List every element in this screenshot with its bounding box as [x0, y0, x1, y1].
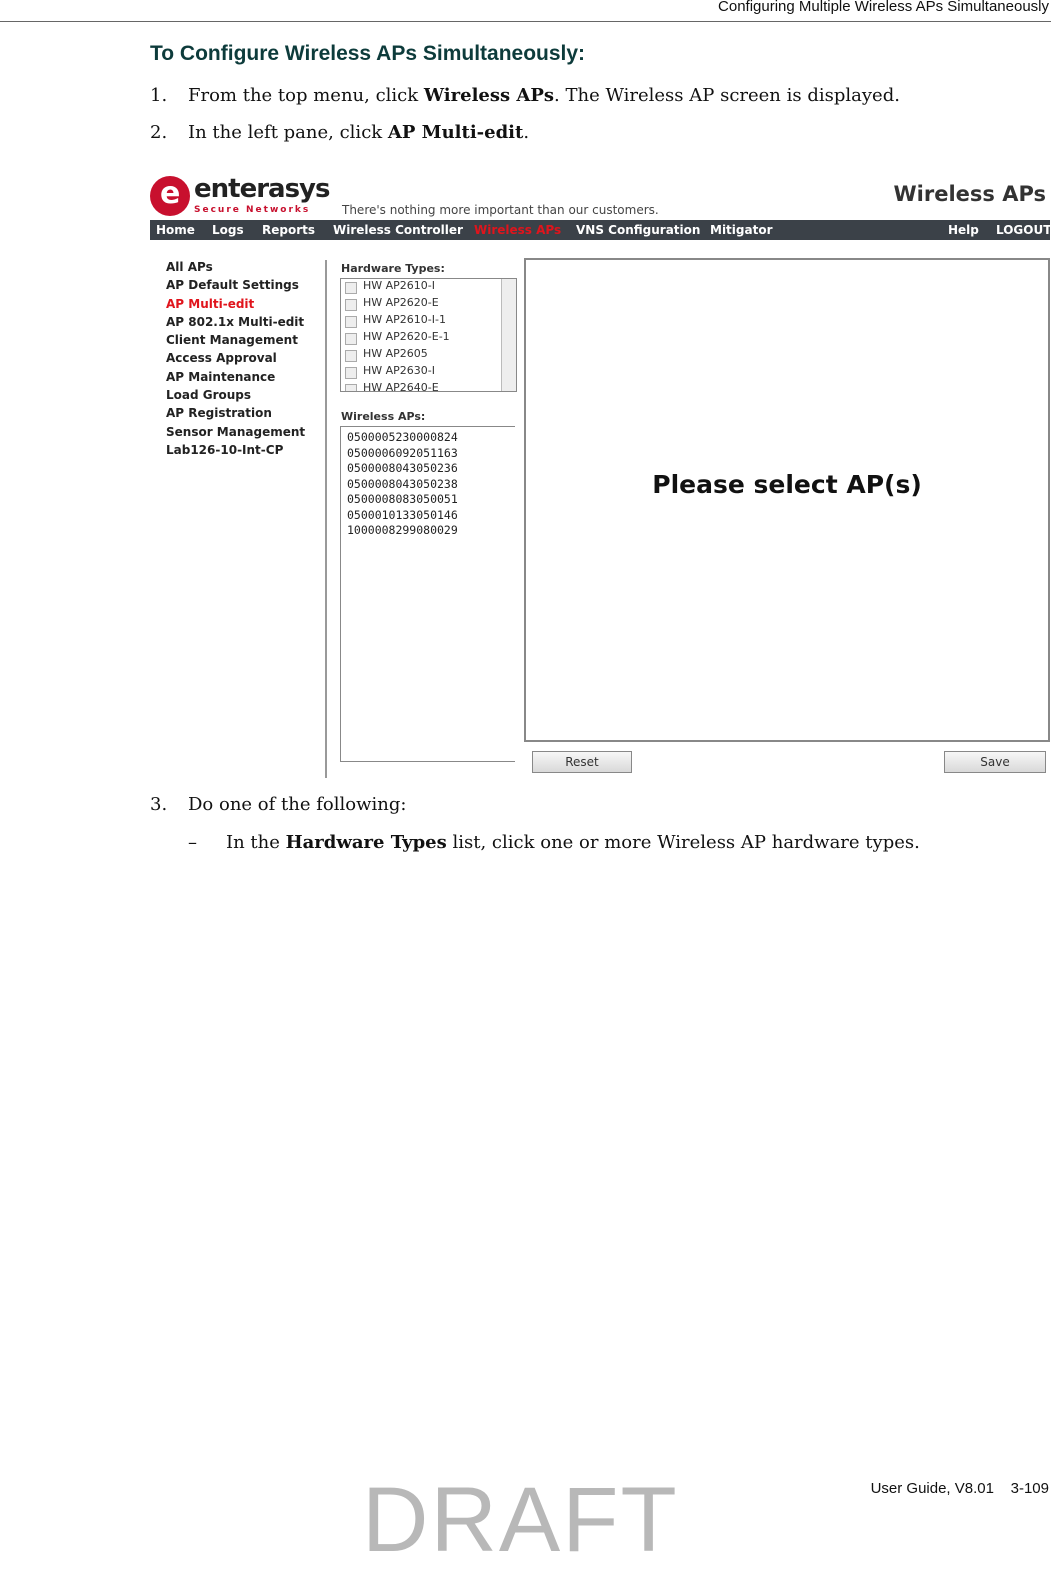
step-text: In the left pane, click AP Multi-edit. — [188, 122, 529, 143]
section-title: To Configure Wireless APs Simultaneously… — [150, 42, 586, 65]
checkbox-icon[interactable] — [345, 367, 357, 379]
step-text-bold: AP Multi-edit — [387, 122, 524, 143]
step-number: 2. — [150, 122, 168, 143]
checkbox-icon[interactable] — [345, 384, 357, 391]
checkbox-icon[interactable] — [345, 333, 357, 345]
sub-step-bold: Hardware Types — [285, 832, 447, 853]
left-nav-access-approval[interactable]: Access Approval — [166, 351, 305, 369]
page-footer: User Guide, V8.01 3-109 — [870, 1480, 1049, 1497]
nav-help[interactable]: Help — [948, 223, 979, 237]
pane-divider — [325, 260, 327, 778]
hardware-type-item[interactable]: HW AP2610-I — [341, 279, 516, 296]
brand-subtitle: Secure Networks — [194, 205, 311, 215]
save-button[interactable]: Save — [944, 751, 1046, 773]
hardware-types-list[interactable]: HW AP2610-I HW AP2620-E HW AP2610-I-1 HW… — [340, 278, 517, 392]
please-select-message: Please select AP(s) — [652, 470, 922, 499]
step-text-post: . The Wireless AP screen is displayed. — [554, 85, 900, 106]
wireless-ap-item[interactable]: 0500010133050146 — [347, 508, 515, 524]
enterasys-logo-icon — [150, 176, 190, 216]
hardware-type-label: HW AP2620-E — [363, 296, 439, 309]
left-pane: All APs AP Default Settings AP Multi-edi… — [166, 260, 305, 461]
header-rule — [0, 21, 1051, 22]
brand-name: enterasys — [194, 174, 330, 204]
sub-step-pre: In the — [226, 832, 286, 853]
wireless-ap-item[interactable]: 1000008299080029 — [347, 523, 515, 539]
step-text-pre: From the top menu, click — [188, 85, 424, 106]
wireless-ap-item[interactable]: 0500006092051163 — [347, 446, 515, 462]
left-nav-lab126[interactable]: Lab126-10-Int-CP — [166, 443, 305, 461]
wireless-ap-item[interactable]: 0500008043050238 — [347, 477, 515, 493]
checkbox-icon[interactable] — [345, 299, 357, 311]
hardware-type-label: HW AP2620-E-1 — [363, 330, 450, 343]
hardware-type-label: HW AP2610-I — [363, 279, 436, 292]
hardware-type-label: HW AP2605 — [363, 347, 428, 360]
left-nav-all-aps[interactable]: All APs — [166, 260, 305, 278]
hardware-type-item[interactable]: HW AP2620-E — [341, 296, 516, 313]
wireless-aps-screenshot: enterasys Secure Networks There's nothin… — [150, 168, 1050, 780]
sub-step-text: In the Hardware Types list, click one or… — [226, 832, 920, 853]
wireless-aps-list[interactable]: 0500005230000824 0500006092051163 050000… — [340, 426, 515, 762]
running-header: Configuring Multiple Wireless APs Simult… — [718, 0, 1049, 15]
nav-wireless-controller[interactable]: Wireless Controller — [333, 223, 463, 237]
nav-logout[interactable]: LOGOUT — [996, 223, 1050, 237]
nav-wireless-aps[interactable]: Wireless APs — [474, 223, 561, 237]
reset-button[interactable]: Reset — [532, 751, 632, 773]
wireless-ap-item[interactable]: 0500008083050051 — [347, 492, 515, 508]
sub-step-post: list, click one or more Wireless AP hard… — [446, 832, 920, 853]
checkbox-icon[interactable] — [345, 282, 357, 294]
sub-step-dash: – — [188, 832, 197, 853]
nav-reports[interactable]: Reports — [262, 223, 315, 237]
hardware-type-item[interactable]: HW AP2630-I — [341, 364, 516, 381]
left-nav-ap-maintenance[interactable]: AP Maintenance — [166, 370, 305, 388]
wireless-ap-item[interactable]: 0500005230000824 — [347, 430, 515, 446]
app-title: Wireless APs — [893, 182, 1047, 206]
step-number: 3. — [150, 794, 168, 815]
checkbox-icon[interactable] — [345, 316, 357, 328]
scrollbar[interactable] — [501, 279, 516, 391]
step-text-post: . — [523, 122, 530, 143]
hardware-type-item[interactable]: HW AP2640-E — [341, 381, 516, 392]
nav-logs[interactable]: Logs — [212, 223, 244, 237]
left-nav-load-groups[interactable]: Load Groups — [166, 388, 305, 406]
hardware-type-label: HW AP2610-I-1 — [363, 313, 446, 326]
step-text-pre: In the left pane, click — [188, 122, 388, 143]
draft-watermark: DRAFT — [362, 1469, 679, 1571]
left-nav-ap-default-settings[interactable]: AP Default Settings — [166, 278, 305, 296]
left-nav-ap-8021x-multi-edit[interactable]: AP 802.1x Multi-edit — [166, 315, 305, 333]
nav-mitigator[interactable]: Mitigator — [710, 223, 773, 237]
wireless-ap-item[interactable]: 0500008043050236 — [347, 461, 515, 477]
left-nav-sensor-management[interactable]: Sensor Management — [166, 425, 305, 443]
step-text: From the top menu, click Wireless APs. T… — [188, 85, 900, 106]
hardware-type-item[interactable]: HW AP2605 — [341, 347, 516, 364]
step-number: 1. — [150, 85, 168, 106]
step-text-bold: Wireless APs — [423, 85, 555, 106]
hardware-type-item[interactable]: HW AP2620-E-1 — [341, 330, 516, 347]
hardware-type-item[interactable]: HW AP2610-I-1 — [341, 313, 516, 330]
main-panel: Please select AP(s) — [524, 258, 1050, 742]
tagline: There's nothing more important than our … — [342, 203, 659, 217]
nav-home[interactable]: Home — [156, 223, 195, 237]
step-text: Do one of the following: — [188, 794, 407, 815]
top-menu: Home Logs Reports Wireless Controller Wi… — [150, 220, 1050, 240]
left-nav-client-management[interactable]: Client Management — [166, 333, 305, 351]
hardware-types-label: Hardware Types: — [341, 262, 445, 275]
checkbox-icon[interactable] — [345, 350, 357, 362]
left-nav-ap-registration[interactable]: AP Registration — [166, 406, 305, 424]
hardware-type-label: HW AP2640-E — [363, 381, 439, 392]
hardware-type-label: HW AP2630-I — [363, 364, 436, 377]
wireless-aps-label: Wireless APs: — [341, 410, 426, 423]
nav-vns-configuration[interactable]: VNS Configuration — [576, 223, 700, 237]
left-nav-ap-multi-edit[interactable]: AP Multi-edit — [166, 297, 305, 315]
